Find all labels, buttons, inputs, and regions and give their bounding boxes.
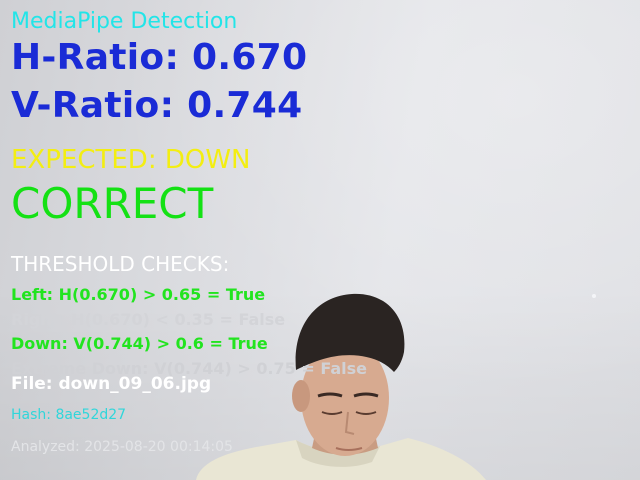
check-left: Left: H(0.670) > 0.65 = True [11, 285, 266, 304]
verdict-label: CORRECT [11, 179, 214, 228]
expected-label: EXPECTED: DOWN [11, 145, 251, 175]
h-ratio-readout: H-Ratio: 0.670 [11, 37, 308, 78]
person-ear [292, 380, 310, 412]
file-name: File: down_09_06.jpg [11, 374, 212, 394]
v-ratio-readout: V-Ratio: 0.744 [11, 85, 303, 126]
check-right: Right: H(0.670) < 0.35 = False [11, 310, 286, 329]
analyzed-timestamp: Analyzed: 2025-08-20 00:14:05 [11, 439, 233, 455]
hash-value: Hash: 8ae52d27 [11, 407, 127, 423]
detection-title: MediaPipe Detection [11, 9, 238, 34]
check-down: Down: V(0.744) > 0.6 = True [11, 334, 268, 353]
threshold-header: THRESHOLD CHECKS: [11, 252, 230, 276]
